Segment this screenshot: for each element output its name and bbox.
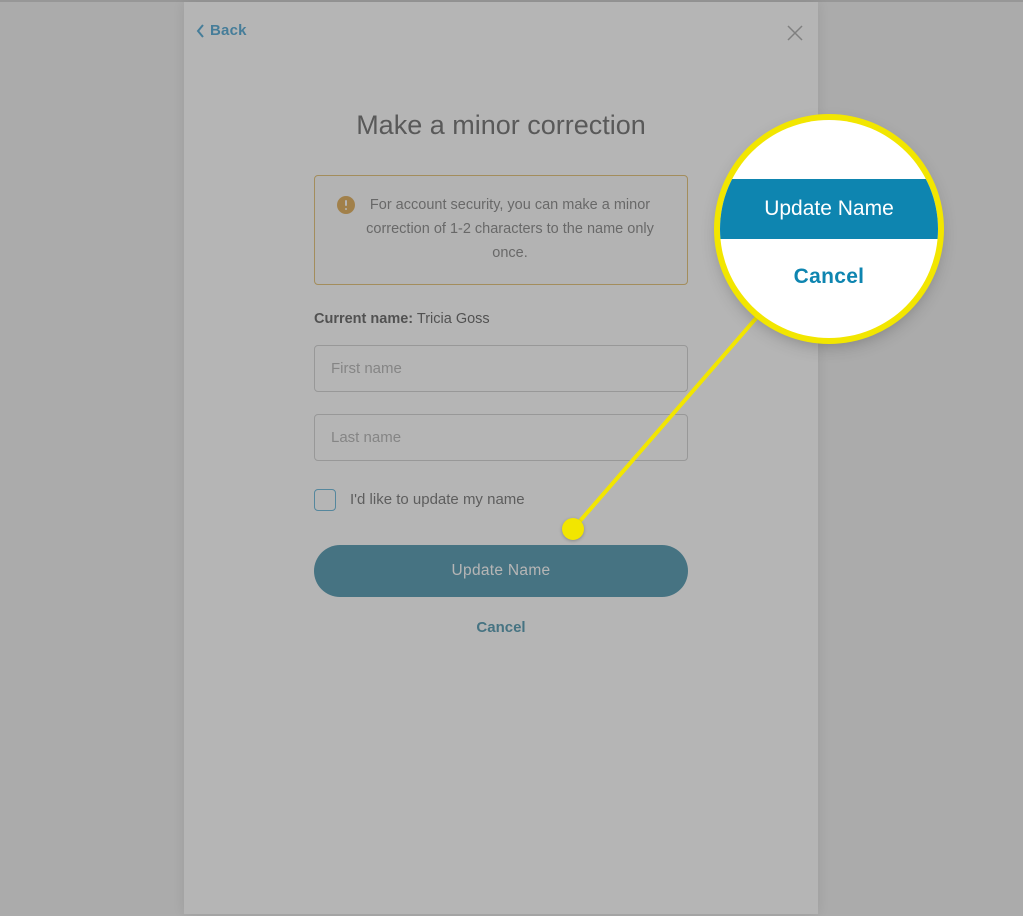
- close-button[interactable]: [786, 24, 804, 42]
- current-name-row: Current name: Tricia Goss: [314, 311, 688, 327]
- close-icon: [786, 24, 804, 42]
- update-name-checkbox[interactable]: [314, 489, 336, 511]
- back-button[interactable]: Back: [196, 22, 247, 39]
- last-name-field[interactable]: [314, 414, 688, 461]
- back-label: Back: [210, 22, 247, 39]
- cancel-button[interactable]: Cancel: [314, 619, 688, 636]
- zoom-callout: Update Name Cancel: [720, 120, 938, 338]
- update-name-button[interactable]: Update Name: [314, 545, 688, 597]
- callout-update-button: Update Name: [720, 179, 938, 239]
- page-title: Make a minor correction: [314, 110, 688, 141]
- security-alert: For account security, you can make a min…: [314, 175, 688, 285]
- current-name-value: Tricia Goss: [417, 311, 490, 327]
- highlight-dot: [562, 518, 584, 540]
- modal-header: Back: [184, 2, 818, 52]
- update-name-checkbox-row: I'd like to update my name: [314, 489, 688, 511]
- chevron-left-icon: [196, 24, 206, 38]
- callout-cancel-label: Cancel: [794, 265, 865, 289]
- warning-icon: [337, 196, 355, 214]
- alert-text: For account security, you can make a min…: [357, 194, 663, 266]
- checkbox-label: I'd like to update my name: [350, 491, 525, 508]
- current-name-label: Current name:: [314, 311, 413, 327]
- first-name-field[interactable]: [314, 345, 688, 392]
